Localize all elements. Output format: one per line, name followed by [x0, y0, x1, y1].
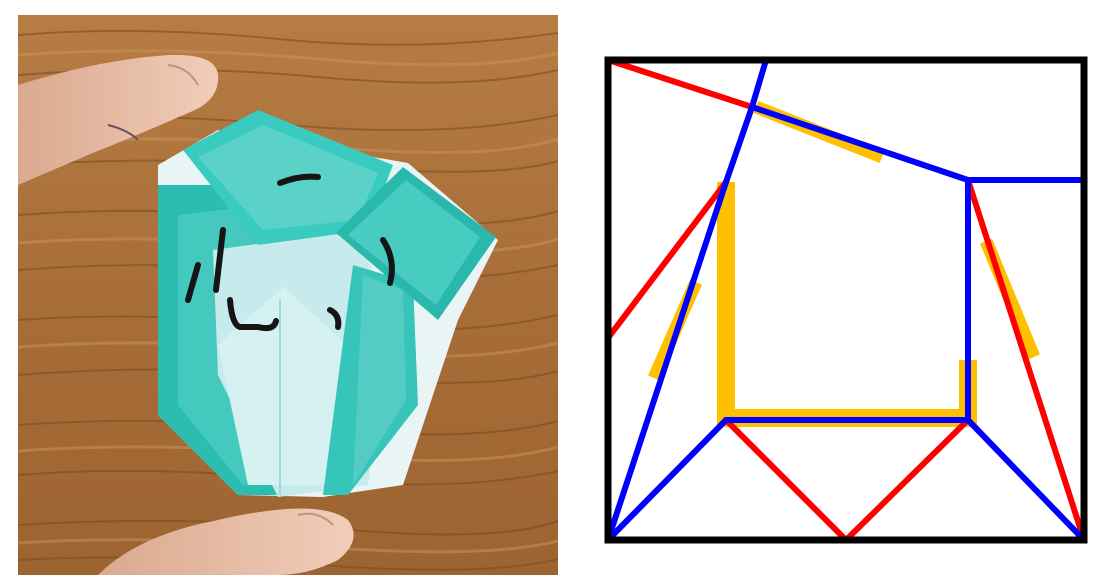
origami-photo	[18, 15, 558, 575]
crease-pattern-diagram	[596, 45, 1096, 550]
crease-pattern-svg	[604, 56, 1088, 544]
photo-panel	[18, 15, 558, 575]
